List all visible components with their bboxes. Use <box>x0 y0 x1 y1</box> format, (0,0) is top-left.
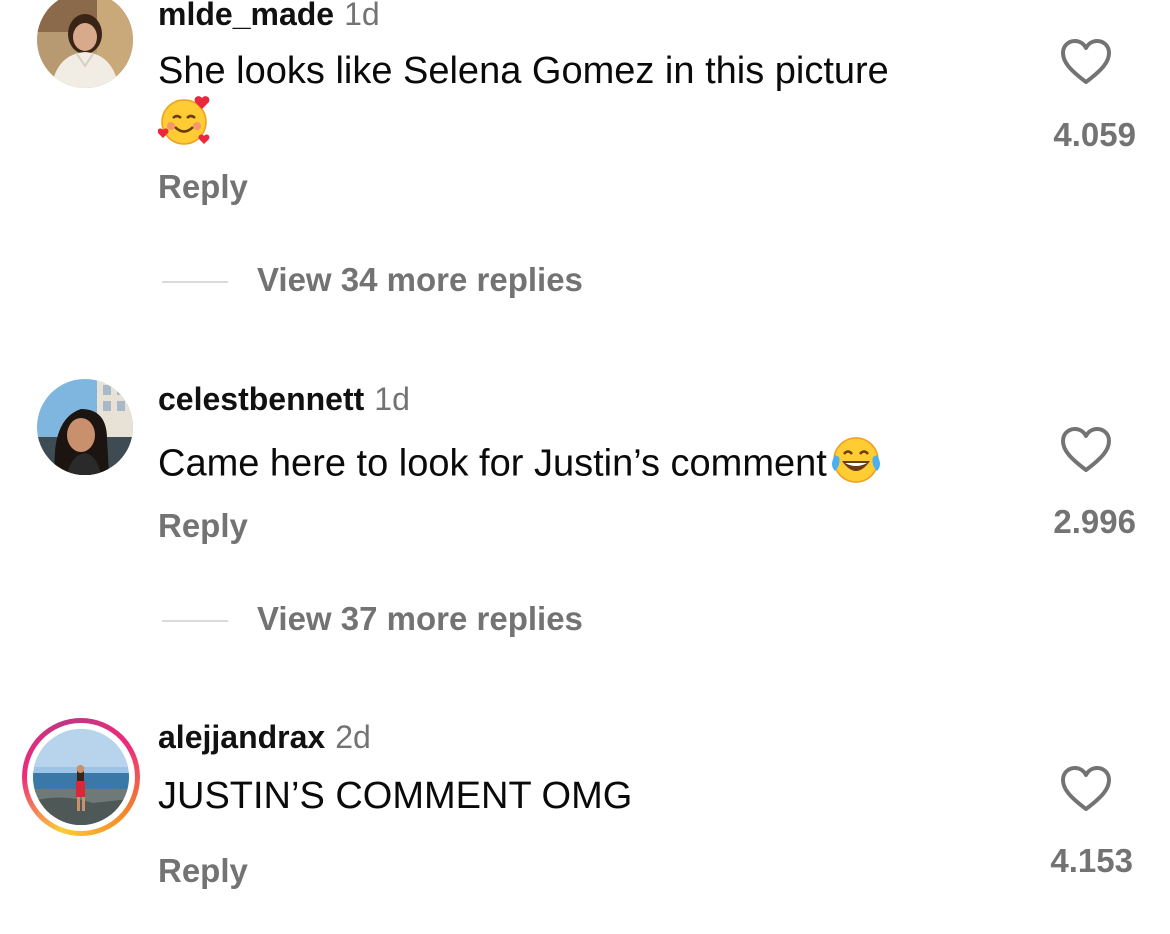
view-more-replies[interactable]: View 34 more replies <box>162 261 642 301</box>
comment-time: 1d <box>344 0 380 32</box>
view-more-replies[interactable]: View 37 more replies <box>162 600 642 640</box>
comment-time: 2d <box>335 719 371 755</box>
comment-text: She looks like Selena Gomez in this pict… <box>158 48 889 94</box>
comment-username[interactable]: mlde_made 1d <box>158 0 380 33</box>
reply-button[interactable]: Reply <box>158 168 248 206</box>
like-heart-icon[interactable] <box>1060 765 1112 813</box>
comment-text: Came here to look for Justin’s comment <box>158 435 883 496</box>
replies-divider-line <box>162 620 228 622</box>
reply-button[interactable]: Reply <box>158 852 248 890</box>
face-with-tears-of-joy-icon <box>829 435 883 496</box>
like-count: 4.059 <box>1053 116 1136 153</box>
like-heart-icon[interactable] <box>1060 38 1112 86</box>
story-ring[interactable] <box>22 718 140 836</box>
avatar[interactable] <box>37 379 133 475</box>
avatar[interactable] <box>33 729 129 825</box>
comment-username[interactable]: alejjandrax 2d <box>158 719 371 756</box>
like-count: 2.996 <box>1053 503 1136 540</box>
comment-text: JUSTIN’S COMMENT OMG <box>158 773 632 819</box>
comment-text-line: JUSTIN’S COMMENT OMG <box>158 775 633 817</box>
reply-button[interactable]: Reply <box>158 507 248 545</box>
view-more-replies-label[interactable]: View 37 more replies <box>257 600 583 638</box>
comment-time: 1d <box>374 381 410 417</box>
avatar[interactable] <box>37 0 133 88</box>
comment-text-line: She looks like Selena Gomez in this pict… <box>158 50 889 92</box>
username-text[interactable]: alejjandrax <box>158 719 325 755</box>
view-more-replies-label[interactable]: View 34 more replies <box>257 261 583 299</box>
replies-divider-line <box>162 281 228 283</box>
comment-username[interactable]: celestbennett 1d <box>158 381 410 418</box>
username-text[interactable]: mlde_made <box>158 0 334 32</box>
comment-text-line: Came here to look for Justin’s comment <box>158 442 827 485</box>
like-heart-icon[interactable] <box>1060 426 1112 474</box>
like-count: 4.153 <box>1050 842 1133 879</box>
username-text[interactable]: celestbennett <box>158 381 364 417</box>
smiling-face-with-hearts-icon <box>157 94 214 151</box>
